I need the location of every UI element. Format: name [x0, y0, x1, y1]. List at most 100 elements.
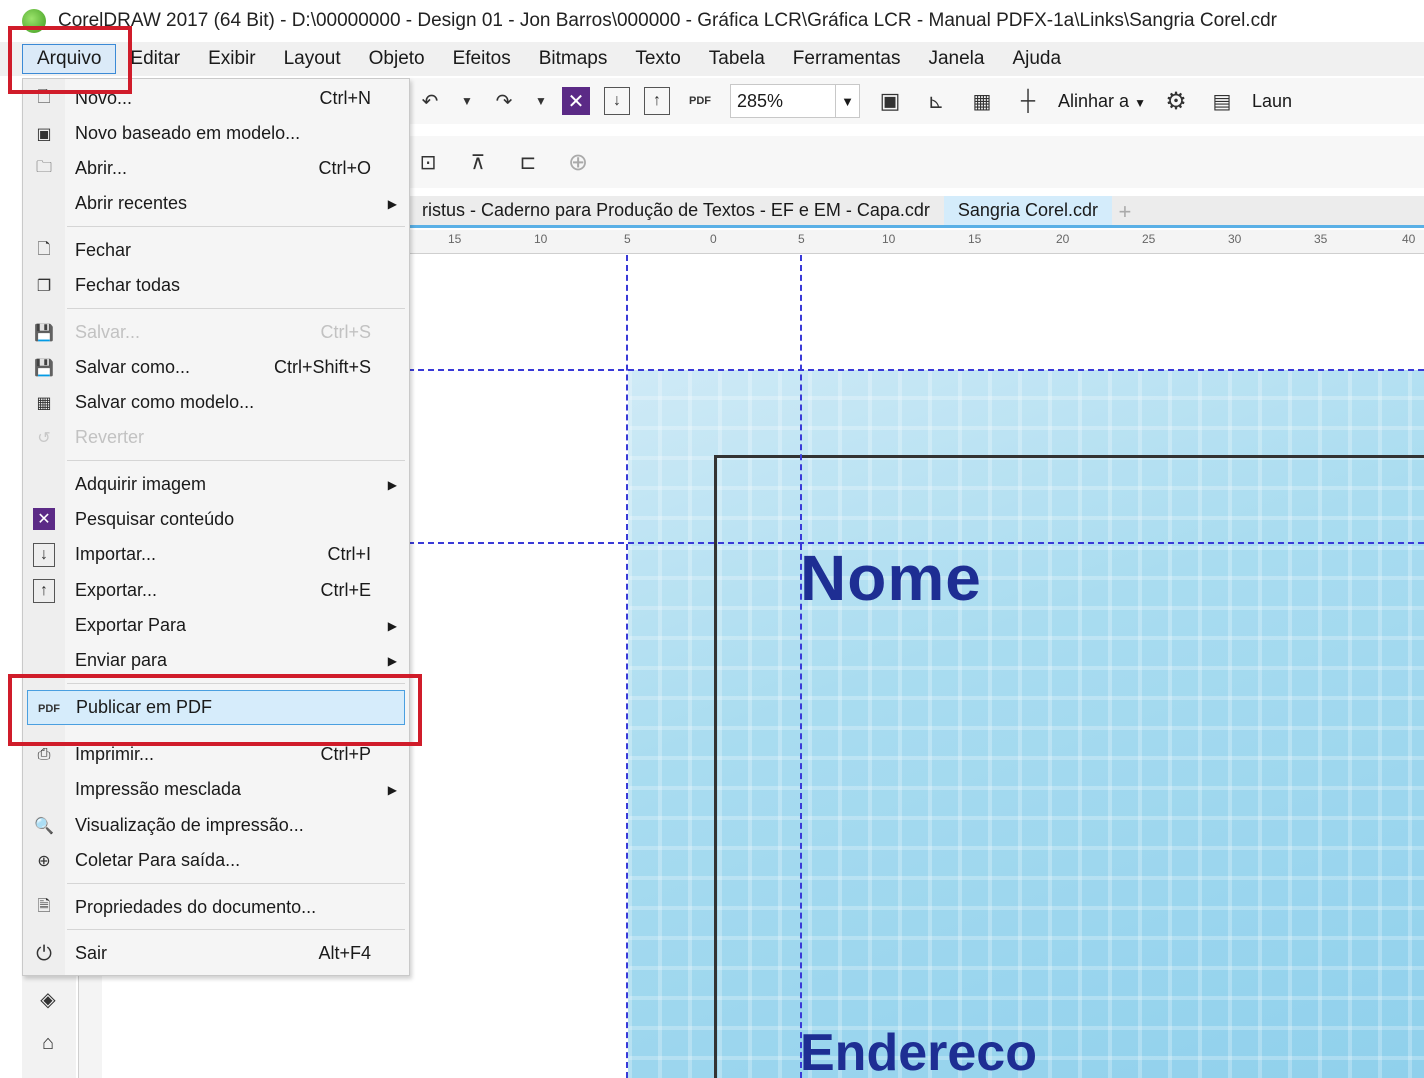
file-menu-dropdown: 🗋 Novo... Ctrl+N ▣ Novo baseado em model…	[22, 78, 410, 976]
menu-item-sair[interactable]: ⏻ Sair Alt+F4	[23, 936, 409, 971]
menu-item-enviar-para[interactable]: Enviar para ▶	[23, 643, 409, 678]
menu-item-shortcut: Ctrl+I	[327, 544, 371, 564]
redo-dropdown-icon[interactable]: ▼	[534, 85, 548, 117]
save-icon: 💾	[34, 325, 54, 342]
horizontal-ruler[interactable]: 15 10 5 0 5 10 15 20 25 30 35 40	[408, 230, 1424, 254]
menu-item-importar[interactable]: ↓ Importar... Ctrl+I	[23, 537, 409, 572]
menu-item-label: Abrir recentes	[75, 193, 188, 213]
new-from-template-icon: ▣	[36, 126, 52, 143]
menu-arquivo[interactable]: Arquivo	[22, 44, 117, 74]
redo-icon[interactable]: ↷	[488, 85, 520, 117]
open-folder-icon: 🗀	[35, 158, 52, 176]
guideline-vertical[interactable]	[626, 255, 628, 1078]
undo-icon[interactable]: ↶	[414, 85, 446, 117]
menu-texto[interactable]: Texto	[621, 44, 694, 74]
zoom-page-width-icon[interactable]: ⊼	[462, 146, 494, 178]
menu-item-visualizacao-impressao[interactable]: 🔍 Visualização de impressão...	[23, 808, 409, 843]
menu-ajuda[interactable]: Ajuda	[998, 44, 1075, 74]
menu-item-shortcut: Ctrl+O	[318, 158, 371, 178]
menu-item-novo-modelo[interactable]: ▣ Novo baseado em modelo...	[23, 116, 409, 151]
submenu-arrow-icon: ▶	[387, 782, 397, 797]
tab-sangria-corel[interactable]: Sangria Corel.cdr	[943, 196, 1112, 225]
menu-item-label: Coletar Para saída...	[75, 850, 241, 870]
menu-item-abrir-recentes[interactable]: Abrir recentes ▶	[23, 186, 409, 221]
menu-exibir[interactable]: Exibir	[194, 44, 270, 74]
new-document-icon: 🗋	[37, 88, 51, 106]
zoom-level-combo[interactable]: 285% ▼	[730, 84, 860, 118]
menu-item-label: Imprimir...	[75, 744, 154, 764]
ruler-label: 10	[882, 232, 896, 246]
tab-caderno-capa[interactable]: ristus - Caderno para Produção de Textos…	[408, 196, 944, 225]
menu-item-salvar-como[interactable]: 💾 Salvar como... Ctrl+Shift+S	[23, 350, 409, 385]
chevron-down-icon[interactable]: ▼	[835, 84, 859, 118]
zoom-page-height-icon[interactable]: ⊏	[512, 146, 544, 178]
search-content-icon[interactable]: ✕	[562, 87, 590, 115]
undo-dropdown-icon[interactable]: ▼	[460, 85, 474, 117]
menu-item-label: Sair	[75, 943, 108, 963]
menu-bitmaps[interactable]: Bitmaps	[525, 44, 622, 74]
menu-separator	[67, 883, 405, 884]
artwork-address-text[interactable]: Endereco	[800, 1023, 1037, 1078]
full-screen-icon[interactable]: ▣	[874, 85, 906, 117]
menu-item-propriedades-documento[interactable]: 🗎 Propriedades do documento...	[23, 890, 409, 925]
ruler-label: 5	[624, 232, 631, 246]
menu-item-label: Exportar...	[75, 580, 158, 600]
menu-editar[interactable]: Editar	[116, 44, 194, 74]
menu-item-label: Fechar	[75, 240, 132, 260]
ruler-label: 15	[968, 232, 982, 246]
menu-item-label: Salvar como...	[75, 357, 191, 377]
menu-item-adquirir-imagem[interactable]: Adquirir imagem ▶	[23, 467, 409, 502]
menu-ferramentas[interactable]: Ferramentas	[779, 44, 915, 74]
menu-item-label: Salvar...	[75, 322, 141, 342]
launch-icon[interactable]: ▤	[1206, 85, 1238, 117]
menu-item-label: Propriedades do documento...	[75, 897, 317, 917]
menu-item-abrir[interactable]: 🗀 Abrir... Ctrl+O	[23, 151, 409, 186]
menu-item-exportar-para[interactable]: Exportar Para ▶	[23, 608, 409, 643]
guideline-vertical[interactable]	[800, 255, 802, 1078]
import-icon[interactable]: ↓	[604, 87, 630, 115]
vertical-ruler[interactable]	[78, 975, 102, 1078]
show-grid-icon[interactable]: ▦	[966, 85, 998, 117]
launch-label[interactable]: Laun	[1252, 91, 1292, 112]
menu-item-label: Salvar como modelo...	[75, 392, 255, 412]
menu-item-impressao-mesclada[interactable]: Impressão mesclada ▶	[23, 772, 409, 807]
export-icon[interactable]: ↑	[644, 87, 670, 115]
interactive-fill-icon[interactable]: ⌂	[32, 1027, 64, 1059]
menu-item-fechar[interactable]: 🗋 Fechar	[23, 233, 409, 268]
fill-bucket-icon[interactable]: ◈	[32, 983, 64, 1015]
document-properties-icon: 🗎	[37, 897, 51, 915]
menu-item-coletar-saida[interactable]: ⊕ Coletar Para saída...	[23, 843, 409, 878]
menu-item-imprimir[interactable]: ⎙ Imprimir... Ctrl+P	[23, 737, 409, 772]
menu-tabela[interactable]: Tabela	[695, 44, 779, 74]
menu-janela[interactable]: Janela	[914, 44, 998, 74]
search-content-icon: ✕	[33, 508, 55, 530]
menu-item-fechar-todas[interactable]: ❐ Fechar todas	[23, 268, 409, 303]
ruler-label: 10	[534, 232, 548, 246]
menu-item-novo[interactable]: 🗋 Novo... Ctrl+N	[23, 81, 409, 116]
menu-item-salvar-modelo[interactable]: ▦ Salvar como modelo...	[23, 385, 409, 420]
pdf-icon[interactable]: PDF	[684, 85, 716, 117]
menu-item-label: Adquirir imagem	[75, 474, 207, 494]
add-tab-icon[interactable]: +	[1112, 199, 1138, 225]
save-as-icon: 💾	[34, 360, 54, 377]
menu-objeto[interactable]: Objeto	[355, 44, 439, 74]
zoom-selected-icon[interactable]: ⊡	[412, 146, 444, 178]
guideline-horizontal[interactable]	[408, 369, 1424, 371]
zoom-in-icon[interactable]: ⊕	[562, 146, 594, 178]
align-to-dropdown[interactable]: Alinhar a ▼	[1058, 91, 1146, 112]
menu-item-publicar-pdf[interactable]: PDF Publicar em PDF	[27, 690, 405, 725]
menu-layout[interactable]: Layout	[270, 44, 355, 74]
menu-efeitos[interactable]: Efeitos	[439, 44, 525, 74]
menu-item-salvar[interactable]: 💾 Salvar... Ctrl+S	[23, 315, 409, 350]
show-guidelines-icon[interactable]: ┼	[1012, 85, 1044, 117]
gear-icon[interactable]: ⚙	[1160, 85, 1192, 117]
show-rulers-icon[interactable]: ⊾	[920, 85, 952, 117]
drawing-canvas[interactable]: Nome Endereco	[408, 255, 1424, 1078]
close-document-icon: 🗋	[37, 240, 51, 258]
menu-item-exportar[interactable]: ↑ Exportar... Ctrl+E	[23, 573, 409, 608]
menu-item-pesquisar-conteudo[interactable]: ✕ Pesquisar conteúdo	[23, 502, 409, 537]
coreldraw-logo-icon	[22, 9, 46, 33]
menu-item-reverter[interactable]: ↺ Reverter	[23, 420, 409, 455]
menu-separator	[67, 308, 405, 309]
artwork-name-text[interactable]: Nome	[800, 541, 982, 615]
